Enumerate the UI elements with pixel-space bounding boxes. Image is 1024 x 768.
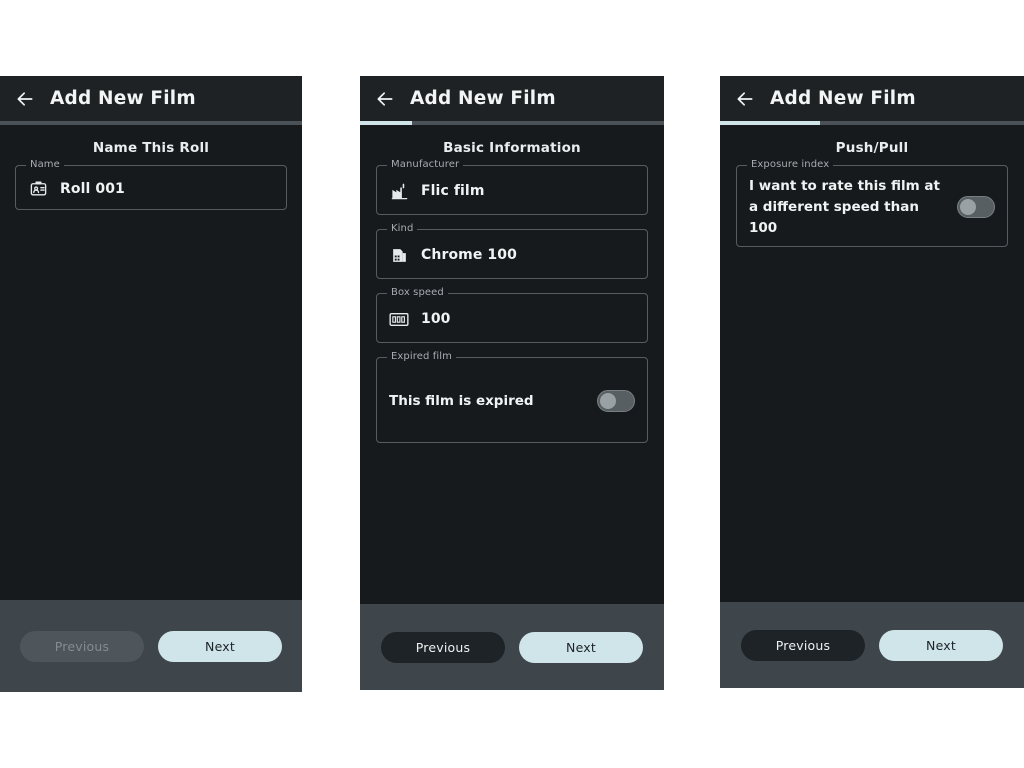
field-exposure-index: Exposure index I want to rate this film … — [736, 159, 1008, 248]
app-bar: Add New Film — [360, 76, 664, 121]
iso-box-icon — [389, 309, 409, 329]
app-bar: Add New Film — [0, 76, 302, 121]
step-content: Basic Information Manufacturer Flic film — [360, 125, 664, 604]
expired-film-label: This film is expired — [389, 392, 534, 409]
exposure-index-toggle[interactable] — [957, 196, 995, 218]
field-row-box-speed[interactable]: 100 — [377, 294, 647, 344]
section-title: Name This Roll — [92, 140, 210, 156]
wizard-progress-fill — [720, 121, 821, 125]
next-button[interactable]: Next — [158, 630, 282, 662]
back-button[interactable] — [10, 84, 40, 114]
field-value-manufacturer: Flic film — [421, 183, 485, 199]
field-value-box-speed: 100 — [421, 311, 451, 327]
arrow-left-icon — [735, 89, 755, 109]
field-kind[interactable]: Kind Chrome 100 — [376, 223, 648, 280]
wizard-progress-fill — [360, 121, 412, 125]
wizard-progress-bar — [360, 121, 664, 125]
wizard-step-basic-information: Add New Film Basic Information Manufactu… — [360, 76, 664, 690]
back-button[interactable] — [730, 84, 760, 114]
field-legend-expired-film: Expired film — [387, 351, 456, 363]
step-content: Name This Roll Name Roll 001 — [0, 125, 302, 600]
field-legend-manufacturer: Manufacturer — [387, 159, 464, 171]
arrow-left-icon — [375, 89, 395, 109]
wizard-nav-bar: Previous Next — [360, 604, 664, 690]
expired-film-toggle[interactable] — [597, 390, 635, 412]
field-row-kind[interactable]: Chrome 100 — [377, 230, 647, 280]
field-row-expired-film: This film is expired — [377, 358, 647, 444]
field-row-manufacturer[interactable]: Flic film — [377, 166, 647, 216]
field-legend-exposure-index: Exposure index — [747, 159, 834, 171]
film-roll-icon — [389, 245, 409, 265]
field-legend-name: Name — [26, 159, 64, 171]
section-title: Basic Information — [443, 140, 581, 156]
toggle-knob — [600, 393, 616, 409]
arrow-left-icon — [15, 89, 35, 109]
badge-icon — [28, 179, 48, 199]
field-name[interactable]: Name Roll 001 — [15, 159, 287, 211]
wizard-nav-bar: Previous Next — [720, 602, 1024, 688]
exposure-index-label: I want to rate this film at a different … — [749, 177, 940, 236]
wizard-step-name-this-roll: Add New Film Name This Roll Name Roll 00… — [0, 76, 302, 692]
field-manufacturer[interactable]: Manufacturer Flic film — [376, 159, 648, 216]
toggle-knob — [960, 199, 976, 215]
field-box-speed[interactable]: Box speed 100 — [376, 287, 648, 344]
back-button[interactable] — [370, 84, 400, 114]
field-value-kind: Chrome 100 — [421, 247, 517, 263]
field-legend-kind: Kind — [387, 223, 418, 235]
section-title: Push/Pull — [835, 140, 909, 156]
page-title: Add New Film — [410, 88, 556, 109]
wizard-nav-bar: Previous Next — [0, 600, 302, 692]
app-bar: Add New Film — [720, 76, 1024, 121]
previous-button[interactable]: Previous — [20, 630, 144, 662]
step-content: Push/Pull Exposure index I want to rate … — [720, 125, 1024, 602]
page-title: Add New Film — [50, 88, 196, 109]
field-expired-film: Expired film This film is expired — [376, 351, 648, 444]
factory-icon — [389, 181, 409, 201]
page-title: Add New Film — [770, 88, 916, 109]
wizard-progress-bar — [720, 121, 1024, 125]
previous-button[interactable]: Previous — [741, 629, 865, 661]
next-button[interactable]: Next — [879, 629, 1003, 661]
next-button[interactable]: Next — [519, 631, 643, 663]
wizard-progress-bar — [0, 121, 302, 125]
screenshot-stage: Add New Film Name This Roll Name Roll 00… — [0, 0, 1024, 768]
field-row-exposure-index: I want to rate this film at a different … — [737, 166, 1007, 248]
field-row-name[interactable]: Roll 001 — [16, 166, 286, 211]
previous-button[interactable]: Previous — [381, 631, 505, 663]
field-legend-box-speed: Box speed — [387, 287, 448, 299]
wizard-step-push-pull: Add New Film Push/Pull Exposure index I … — [720, 76, 1024, 688]
field-value-name: Roll 001 — [60, 180, 125, 197]
